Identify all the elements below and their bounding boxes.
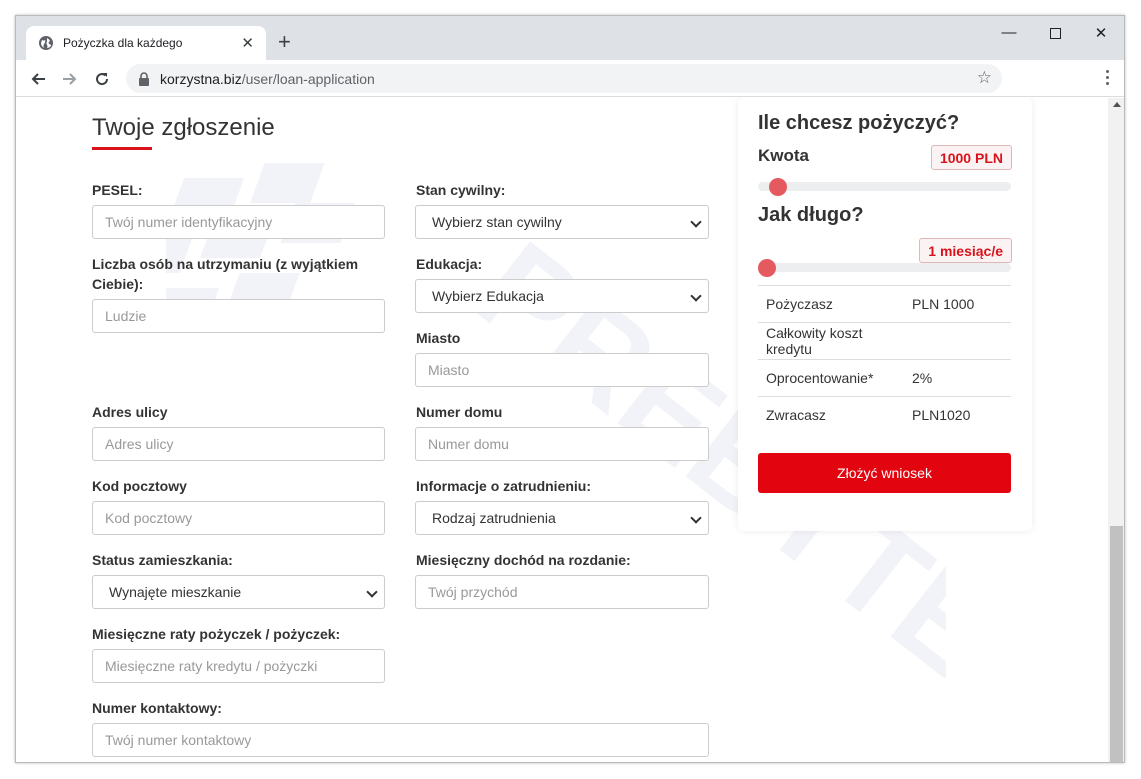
pesel-label: PESEL: <box>92 182 143 198</box>
city-label: Miasto <box>416 330 461 346</box>
street-label: Adres ulicy <box>92 404 168 420</box>
summary-label: Pożyczasz <box>766 296 833 312</box>
dependents-label: Liczba osób na utrzymaniu (z wyjątkiem C… <box>92 256 359 292</box>
scroll-up-icon[interactable] <box>1113 102 1121 107</box>
residence-status-value: Wynajęte mieszkanie <box>109 584 242 600</box>
employment-label: Informacje o zatrudnieniu: <box>416 478 592 494</box>
house-number-label: Numer domu <box>416 404 503 420</box>
employment-value: Rodzaj zatrudnienia <box>432 510 556 526</box>
back-icon[interactable] <box>27 68 49 90</box>
duration-label: Jak długo? <box>758 204 864 226</box>
chevron-down-icon <box>690 512 702 524</box>
summary-label: Oprocentowanie* <box>766 370 874 386</box>
maximize-icon[interactable] <box>1040 24 1070 44</box>
new-tab-icon[interactable]: + <box>278 30 291 54</box>
education-label: Edukacja: <box>416 256 483 272</box>
submit-application-button[interactable]: Złożyć wniosek <box>758 453 1011 493</box>
browser-toolbar: korzystna.biz/user/loan-application ☆ <box>16 60 1124 97</box>
employment-select[interactable]: Rodzaj zatrudnienia <box>415 501 709 535</box>
reload-icon[interactable] <box>91 68 113 90</box>
street-input[interactable]: Adres ulicy <box>92 427 385 461</box>
loan-calculator-card: Ile chcesz pożyczyć? Kwota 1000 PLN Jak … <box>738 98 1032 531</box>
address-bar[interactable]: korzystna.biz/user/loan-application ☆ <box>126 64 1002 93</box>
summary-row: Zwracasz PLN1020 <box>758 396 1011 433</box>
amount-slider[interactable] <box>758 178 1011 196</box>
duration-badge: 1 miesiąc/e <box>919 238 1012 263</box>
contact-number-label: Numer kontaktowy: <box>92 700 222 716</box>
bookmark-star-icon[interactable]: ☆ <box>977 69 992 87</box>
scrollbar-thumb[interactable] <box>1110 526 1123 762</box>
residence-status-select[interactable]: Wynajęte mieszkanie <box>92 575 385 609</box>
amount-slider-handle[interactable] <box>769 178 787 196</box>
marital-status-value: Wybierz stan cywilny <box>432 214 562 230</box>
installments-input[interactable]: Miesięczne raty kredytu / pożyczki <box>92 649 385 683</box>
contact-number-input[interactable]: Twój numer kontaktowy <box>92 723 709 757</box>
summary-label: Całkowity koszt kredytu <box>766 325 863 357</box>
income-input[interactable]: Twój przychód <box>415 575 709 609</box>
minimize-icon[interactable]: — <box>994 24 1024 44</box>
chevron-down-icon <box>690 290 702 302</box>
calculator-title: Ile chcesz pożyczyć? <box>758 112 960 134</box>
education-select[interactable]: Wybierz Edukacja <box>415 279 709 313</box>
forward-icon[interactable] <box>59 68 81 90</box>
duration-slider[interactable] <box>758 259 1011 277</box>
chevron-down-icon <box>690 216 702 228</box>
city-input[interactable]: Miasto <box>415 353 709 387</box>
close-window-icon[interactable]: ✕ <box>1086 24 1116 44</box>
residence-status-label: Status zamieszkania: <box>92 552 233 568</box>
summary-value: PLN 1000 <box>912 296 975 312</box>
more-menu-icon[interactable] <box>1106 70 1110 88</box>
heading-underline <box>92 147 152 150</box>
browser-tab[interactable]: Pożyczka dla każdego ✕ <box>26 26 266 60</box>
house-number-input[interactable]: Numer domu <box>415 427 709 461</box>
summary-row: Pożyczasz PLN 1000 <box>758 285 1011 322</box>
dependents-input[interactable]: Ludzie <box>92 299 385 333</box>
amount-badge: 1000 PLN <box>930 145 1012 170</box>
vertical-scrollbar[interactable] <box>1108 98 1124 762</box>
chevron-down-icon <box>366 586 378 598</box>
browser-window: Pożyczka dla każdego ✕ + — ✕ korzystna.b… <box>15 15 1125 763</box>
page-title: Twoje zgłoszenie <box>92 114 275 141</box>
url-path: /user/loan-application <box>241 70 375 87</box>
installments-label: Miesięczne raty pożyczek / pożyczek: <box>92 626 341 642</box>
globe-icon <box>39 36 53 50</box>
amount-label: Kwota <box>758 146 809 165</box>
income-label: Miesięczny dochód na rozdanie: <box>416 552 631 568</box>
tab-title: Pożyczka dla każdego <box>63 36 183 50</box>
close-tab-icon[interactable]: ✕ <box>241 34 254 52</box>
marital-status-label: Stan cywilny: <box>416 182 506 198</box>
postal-code-input[interactable]: Kod pocztowy <box>92 501 385 535</box>
summary-row: Oprocentowanie* 2% <box>758 359 1011 396</box>
summary-value: PLN1020 <box>912 407 971 423</box>
marital-status-select[interactable]: Wybierz stan cywilny <box>415 205 709 239</box>
duration-slider-handle[interactable] <box>758 259 776 277</box>
loan-summary-table: Pożyczasz PLN 1000 Całkowity koszt kredy… <box>758 285 1011 433</box>
lock-icon <box>139 71 149 86</box>
postal-code-label: Kod pocztowy <box>92 478 187 494</box>
tab-strip: Pożyczka dla każdego ✕ + — ✕ <box>16 16 1124 60</box>
summary-label: Zwracasz <box>766 407 826 423</box>
summary-row: Całkowity koszt kredytu <box>758 322 1011 359</box>
education-value: Wybierz Edukacja <box>432 288 544 304</box>
url-domain: korzystna.biz <box>160 70 242 87</box>
page-viewport: PREBYTES Twoje zgłoszenie PESEL: Twój nu… <box>16 98 1108 762</box>
summary-value: 2% <box>912 370 933 386</box>
pesel-input[interactable]: Twój numer identyfikacyjny <box>92 205 385 239</box>
